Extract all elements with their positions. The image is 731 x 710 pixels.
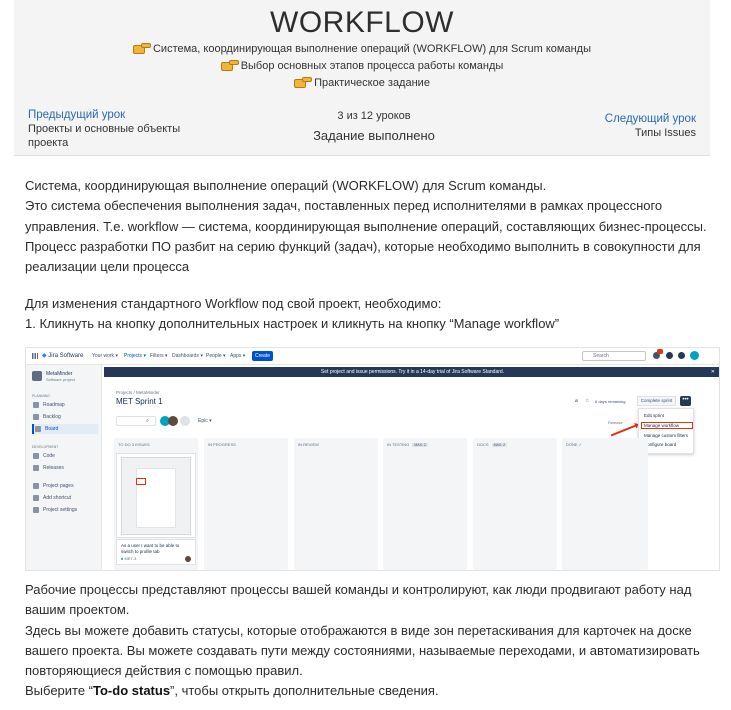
notification-badge xyxy=(657,349,663,354)
days-remaining: 6 days remaining xyxy=(595,399,626,404)
avatar xyxy=(690,351,699,360)
trial-banner: Set project and issue permissions. Try i… xyxy=(104,367,719,377)
task-status: Задание выполнено xyxy=(313,128,435,143)
intro-paragraph: Система, координирующая выполнение опера… xyxy=(25,176,715,277)
more-options-button: ••• xyxy=(680,396,691,406)
sidebar-item: Code xyxy=(32,451,98,461)
topic-item[interactable]: Система, координирующая выполнение опера… xyxy=(14,42,710,55)
board-column: IN TESTING MAX: 2 xyxy=(383,438,467,570)
sidebar-item: Project settings xyxy=(32,505,98,515)
issue-key: MET-3 xyxy=(121,556,137,562)
search-field: Search xyxy=(582,351,646,361)
sidebar-item: Roadmap xyxy=(32,400,98,410)
instructions-paragraph: Для изменения стандартного Workflow под … xyxy=(25,294,715,335)
menu-item-manage-workflow: Manage workflow xyxy=(644,423,680,428)
complete-sprint-button: Complete sprint xyxy=(637,396,676,406)
add-people-icon xyxy=(180,416,190,426)
text-line: управления. Т.е. workflow — система, коо… xyxy=(25,218,707,234)
board-column: DOCS MAX: 2 xyxy=(473,438,557,570)
text-line: Система, координирующая выполнение опера… xyxy=(25,178,547,193)
help-icon xyxy=(666,352,673,359)
board-column: IN REVIEW xyxy=(294,438,378,570)
text-line: вашего проекта. Вы можете создавать пути… xyxy=(25,642,700,658)
epic-filter: Epic ▾ xyxy=(198,418,212,424)
nav-item: Dashboards ▾ xyxy=(172,353,203,359)
sidebar-item: Releases xyxy=(32,463,98,473)
menu-item: Manage custom filters xyxy=(644,433,689,438)
sidebar-item-board: Board xyxy=(32,424,98,434)
create-button: Create xyxy=(252,351,273,361)
avatar xyxy=(185,556,191,562)
release-label: Release xyxy=(608,420,623,425)
close-icon: ✕ xyxy=(710,369,715,375)
search-icon: ⌕ xyxy=(146,418,149,424)
text-line: Процесс разработки ПО разбит на серию фу… xyxy=(25,238,701,254)
section-label: PLANNING xyxy=(32,394,50,398)
board-title: MET Sprint 1 xyxy=(116,397,163,406)
board-search: ⌕ xyxy=(116,416,156,426)
previous-lesson-title: Проекты и основные объекты проекта xyxy=(28,123,181,149)
sidebar-item: Backlog xyxy=(32,412,98,422)
jira-screenshot: Jira Software Your work ▾ Projects ▾ Fil… xyxy=(25,347,720,571)
nav-item: Apps ▾ xyxy=(230,353,246,359)
next-lesson-title: Типы Issues xyxy=(634,127,696,139)
issue-card: As a user I want to be able to switch to… xyxy=(116,539,196,565)
gear-icon xyxy=(678,352,685,359)
jira-logo: Jira Software xyxy=(42,352,83,359)
card-screenshot xyxy=(121,457,191,535)
lesson-counter: 3 из 12 уроков xyxy=(337,110,411,122)
section-label: DEVELOPMENT xyxy=(32,445,59,449)
nav-item: Filters ▾ xyxy=(150,353,168,359)
board-column: DONE ✓ xyxy=(562,438,648,570)
previous-lesson[interactable]: Предыдущий урок Проекты и основные объек… xyxy=(28,108,208,150)
project-icon xyxy=(32,371,42,381)
text-line: вашим проектом. xyxy=(25,602,130,618)
next-lesson-link[interactable]: Следующий урок xyxy=(605,112,696,126)
next-lesson[interactable]: Следующий урок Типы Issues xyxy=(605,112,696,140)
app-switcher-icon xyxy=(32,353,38,359)
annotation-arrow xyxy=(610,424,638,436)
lesson-progress: 3 из 12 уроков Задание выполнено xyxy=(264,110,484,143)
link-icon: ⌀ xyxy=(575,398,579,404)
text-line: Для изменения стандартного Workflow под … xyxy=(25,296,442,311)
topic-item[interactable]: Выбор основных этапов процесса работы ко… xyxy=(14,59,710,72)
issue-card-image xyxy=(116,453,196,538)
text-line: повторяющиеся действия с помощью правил. xyxy=(25,663,303,679)
pointing-hand-icon xyxy=(294,76,313,88)
issue-summary: As a user I want to be able to switch to… xyxy=(121,543,180,554)
lesson-title: WORKFLOW xyxy=(270,6,454,39)
nav-item: People ▾ xyxy=(206,353,226,359)
phone-mockup xyxy=(136,468,176,528)
text-line: Это система обеспечения выполнения задач… xyxy=(25,198,663,214)
sidebar-item: Add shortcut xyxy=(32,493,98,503)
star-icon: ☆ xyxy=(585,398,590,404)
lesson-header: WORKFLOW Система, координирующая выполне… xyxy=(14,0,710,156)
menu-item: Configure board xyxy=(644,442,677,447)
nav-item: Your work ▾ xyxy=(92,353,118,359)
jira-top-nav: Jira Software Your work ▾ Projects ▾ Fil… xyxy=(26,348,719,365)
emphasis: To-do status xyxy=(93,683,171,699)
text-line: Здесь вы можете добавить статусы, которы… xyxy=(25,622,692,638)
avatar xyxy=(168,416,178,426)
sidebar-item: Project pages xyxy=(32,481,98,491)
nav-item: Projects ▾ xyxy=(124,353,146,359)
highlight-box xyxy=(136,478,146,485)
board-column: IN PROGRESS xyxy=(204,438,288,570)
limit-badge: MAX: 2 xyxy=(412,443,428,447)
text-line: 1. Кликнуть на кнопку дополнительных нас… xyxy=(25,316,560,332)
pointing-hand-icon xyxy=(132,42,151,54)
project-type: Software project xyxy=(46,377,75,382)
text-line: реализации цели процесса xyxy=(25,259,190,275)
pointing-hand-icon xyxy=(220,59,239,71)
text-line: Рабочие процессы представляют процессы в… xyxy=(25,582,692,597)
limit-badge: MAX: 2 xyxy=(491,443,508,447)
text-line: Выберите “To-do status”, чтобы открыть д… xyxy=(25,683,439,699)
workflow-description: Рабочие процессы представляют процессы в… xyxy=(25,580,715,702)
previous-lesson-link[interactable]: Предыдущий урок xyxy=(28,108,208,122)
menu-item: Edit sprint xyxy=(644,413,665,418)
jira-sidebar: MetaMinder Software project PLANNING Roa… xyxy=(26,365,102,570)
topic-item[interactable]: Практическое задание xyxy=(14,76,710,89)
breadcrumb: Projects / MetaMinder xyxy=(116,390,160,395)
